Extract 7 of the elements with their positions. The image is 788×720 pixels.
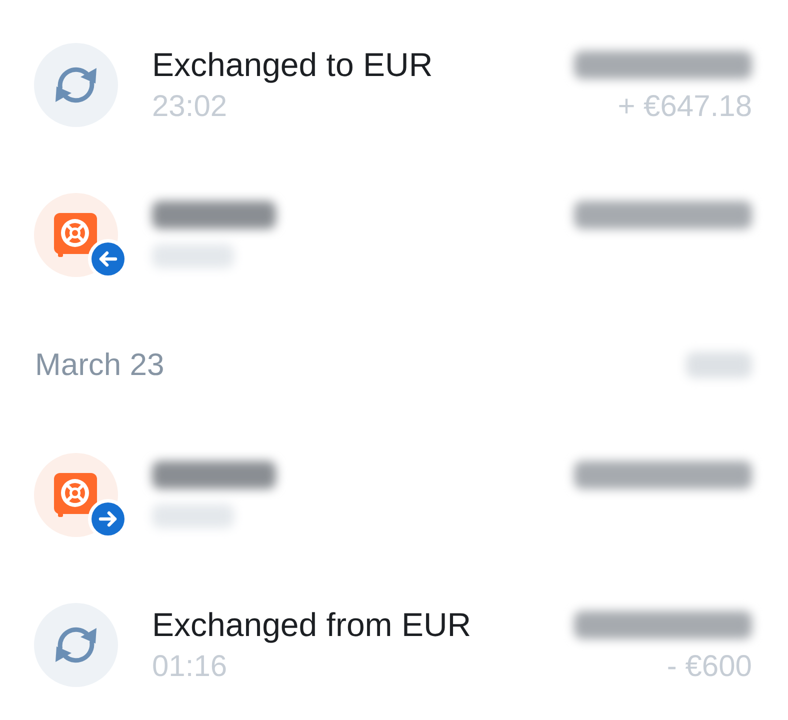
- transaction-title: Exchanged to EUR: [152, 46, 433, 84]
- converted-amount: - €600: [666, 648, 752, 684]
- transaction-time: 01:16: [152, 648, 228, 684]
- converted-amount: + €647.18: [618, 88, 752, 124]
- transaction-time: 23:02: [152, 88, 228, 124]
- date-header: March 23: [35, 347, 164, 383]
- transaction-title: Exchanged from EUR: [152, 606, 472, 644]
